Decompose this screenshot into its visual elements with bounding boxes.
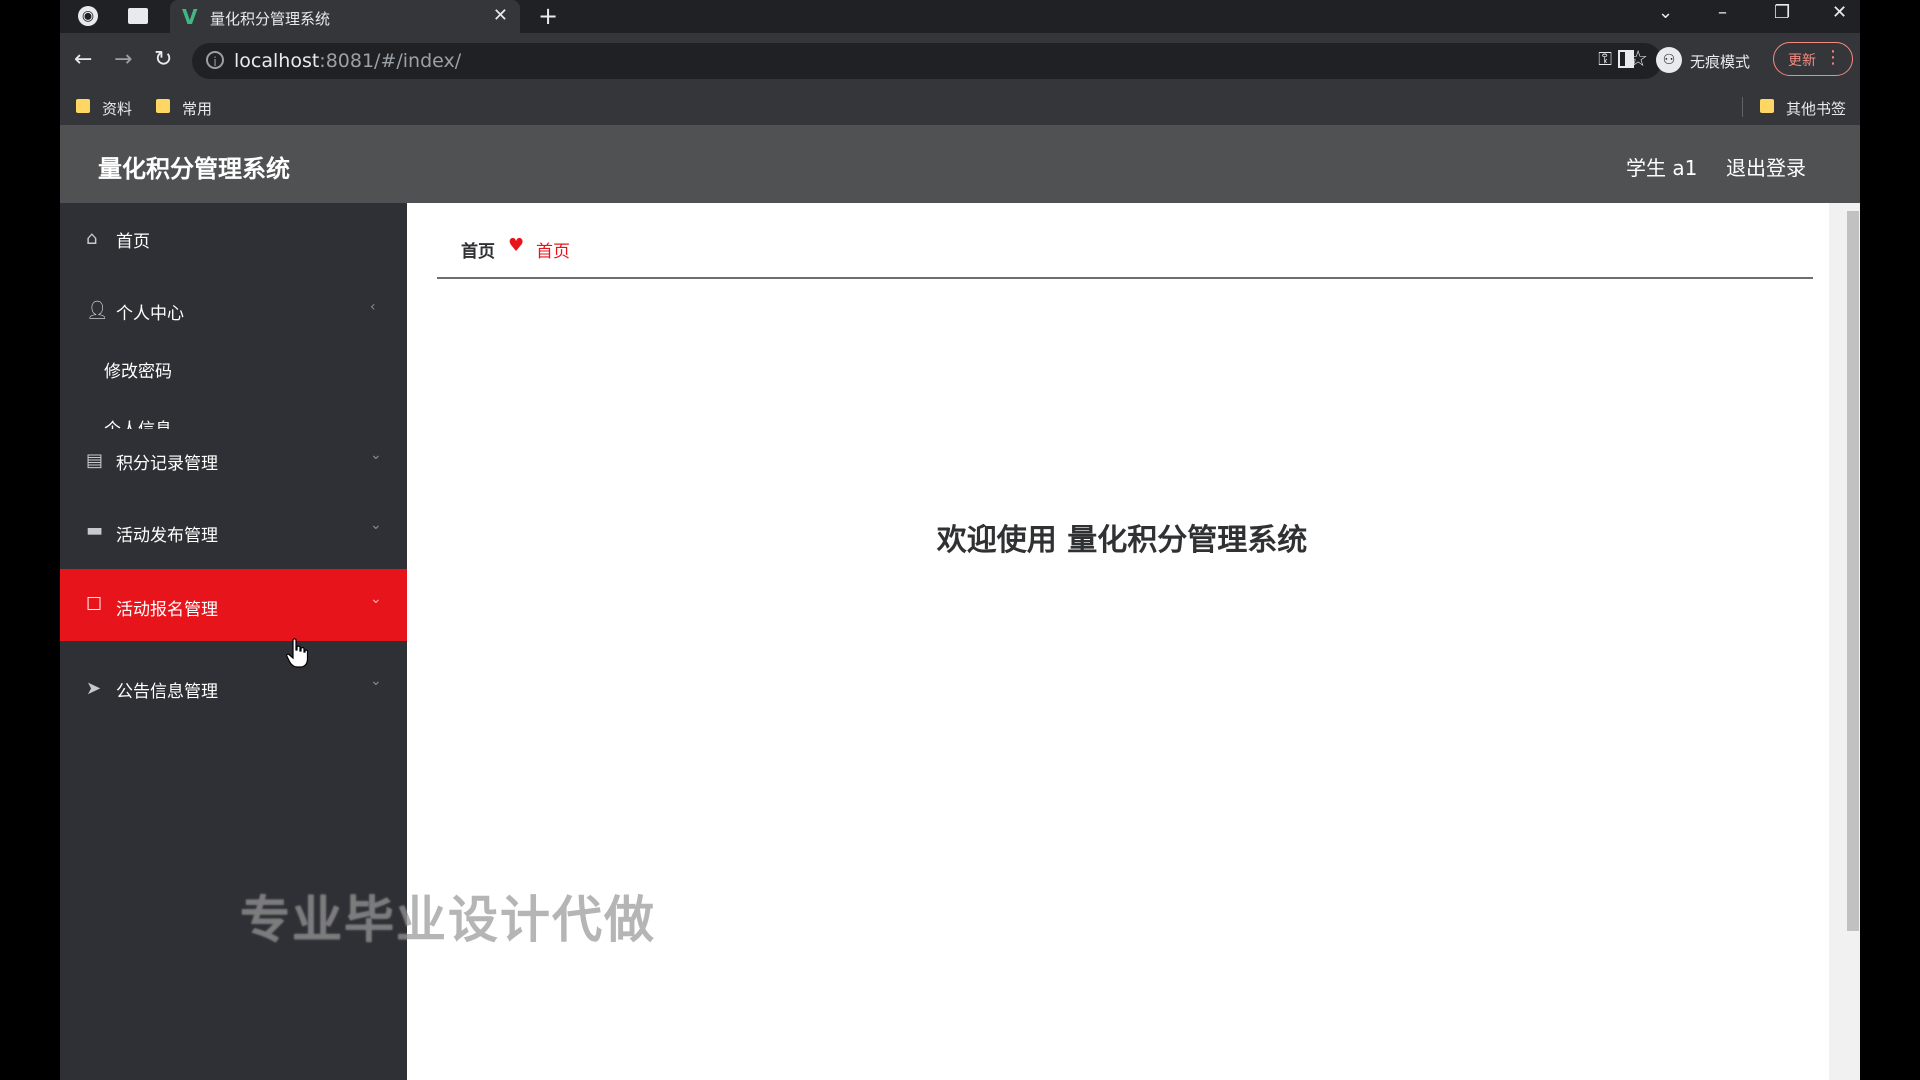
tab-active[interactable]: V 量化积分管理系统 ✕: [170, 0, 520, 33]
heart-icon: ♥: [508, 235, 525, 256]
submenu-item-label: 修改密码: [104, 362, 172, 382]
tab-title: 量化积分管理系统: [210, 10, 331, 28]
tab-close-icon[interactable]: ✕: [493, 5, 508, 26]
sidebar-item-activity-publish[interactable]: ▬ 活动发布管理 ⌄: [60, 499, 407, 569]
sidebar-item-points-records[interactable]: ▤ 积分记录管理 ⌄: [60, 429, 407, 499]
chevron-down-icon: ⌄: [370, 591, 382, 607]
screen: ◉ V 量化积分管理系统 ✕ + ⌄ – ❐ ✕ ← → ↻ i localho…: [0, 0, 1920, 1080]
scrollbar[interactable]: [1829, 203, 1860, 1080]
url-text[interactable]: localhost:8081/#/index/: [234, 50, 461, 72]
update-label: 更新: [1788, 53, 1816, 69]
forward-icon[interactable]: →: [114, 47, 132, 72]
key-icon[interactable]: ⚿: [1598, 49, 1612, 70]
submenu-item-label: 个人信息: [104, 415, 172, 429]
breadcrumb-home[interactable]: 首页: [461, 237, 495, 262]
side-panel-icon[interactable]: [1618, 50, 1634, 68]
breadcrumb-divider: [437, 277, 1813, 279]
tab-strip: ◉ V 量化积分管理系统 ✕ + ⌄ – ❐ ✕: [60, 0, 1860, 33]
site-info-icon[interactable]: i: [206, 51, 224, 69]
monitor-icon: ▬: [86, 520, 104, 541]
watermark: 专业毕业设计代做: [240, 891, 656, 949]
hand-cursor-icon: [286, 638, 308, 668]
submenu-item-change-password[interactable]: 修改密码: [60, 339, 407, 399]
url-host: localhost: [234, 50, 320, 72]
current-user: 学生 a1: [1626, 156, 1698, 180]
chevron-down-icon: ⌄: [370, 673, 382, 689]
back-icon[interactable]: ←: [74, 47, 92, 72]
browser-toolbar: ← → ↻ i localhost:8081/#/index/ ⚿ ☆ ⚇ 无痕…: [60, 33, 1860, 89]
send-icon: ➤: [86, 678, 102, 699]
globe-icon[interactable]: ◉: [78, 6, 98, 26]
sidebar-item-announcements[interactable]: ➤ 公告信息管理 ⌄: [60, 653, 407, 723]
sidebar-item-label: 活动发布管理: [116, 526, 218, 546]
menu-dots-icon: ⋮: [1824, 47, 1842, 68]
minimize-icon[interactable]: –: [1718, 2, 1727, 23]
chevron-down-icon: ⌄: [370, 517, 382, 533]
incognito-label[interactable]: 无痕模式: [1690, 51, 1750, 72]
restore-icon[interactable]: ❐: [1774, 2, 1790, 23]
sidebar-item-label: 公告信息管理: [116, 682, 218, 702]
new-tab-icon[interactable]: +: [538, 2, 558, 30]
scrollbar-thumb[interactable]: [1847, 211, 1859, 931]
tab-search-icon[interactable]: [128, 8, 148, 24]
vue-favicon-icon: V: [182, 5, 198, 29]
sidebar-item-label: 首页: [116, 232, 150, 252]
bookmark-label: 资料: [102, 100, 133, 118]
sidebar-item-personal-center[interactable]: 👤︎ 个人中心 ‹: [60, 275, 407, 345]
submenu-item-personal-info[interactable]: 个人信息: [60, 399, 407, 429]
bookmarks-bar: 资料 常用 其他书签: [60, 89, 1860, 125]
bookmarks-divider: [1742, 97, 1743, 117]
app-title: 量化积分管理系统: [98, 155, 290, 183]
other-bookmarks-label: 其他书签: [1786, 100, 1847, 118]
sidebar-item-label: 个人中心: [116, 304, 184, 324]
clipboard-icon: ▤: [86, 450, 104, 471]
folder-icon: [156, 99, 170, 113]
logout-link[interactable]: 退出登录: [1726, 152, 1806, 181]
bookmark-label: 常用: [182, 100, 213, 118]
tab-list-chevron-icon[interactable]: ⌄: [1658, 2, 1673, 23]
home-icon: ⌂: [86, 228, 98, 249]
close-window-icon[interactable]: ✕: [1832, 2, 1847, 23]
chevron-down-icon: ⌄: [370, 447, 382, 463]
breadcrumb-current: 首页: [536, 242, 570, 262]
sidebar-item-activity-signup[interactable]: ☐ 活动报名管理 ⌄: [60, 569, 407, 641]
folder-icon: [76, 99, 90, 113]
user-icon: 👤︎: [86, 300, 109, 321]
folder-icon: [1760, 99, 1774, 113]
update-button[interactable]: 更新 ⋮: [1773, 42, 1853, 76]
reload-icon[interactable]: ↻: [154, 47, 172, 72]
sidebar-item-home[interactable]: ⌂ 首页: [60, 203, 407, 273]
app-header: 量化积分管理系统 学生 a1 退出登录: [60, 125, 1860, 203]
address-bar[interactable]: i localhost:8081/#/index/ ⚿ ☆: [192, 43, 1662, 79]
incognito-icon[interactable]: ⚇: [1656, 47, 1682, 73]
sidebar-item-label: 活动报名管理: [116, 600, 218, 620]
welcome-text: 欢迎使用 量化积分管理系统: [936, 523, 1308, 558]
chevron-up-icon: ‹: [370, 299, 376, 315]
url-path: :8081/#/index/: [319, 50, 462, 72]
sidebar-item-label: 积分记录管理: [116, 454, 218, 474]
checkbox-icon: ☐: [86, 594, 103, 615]
